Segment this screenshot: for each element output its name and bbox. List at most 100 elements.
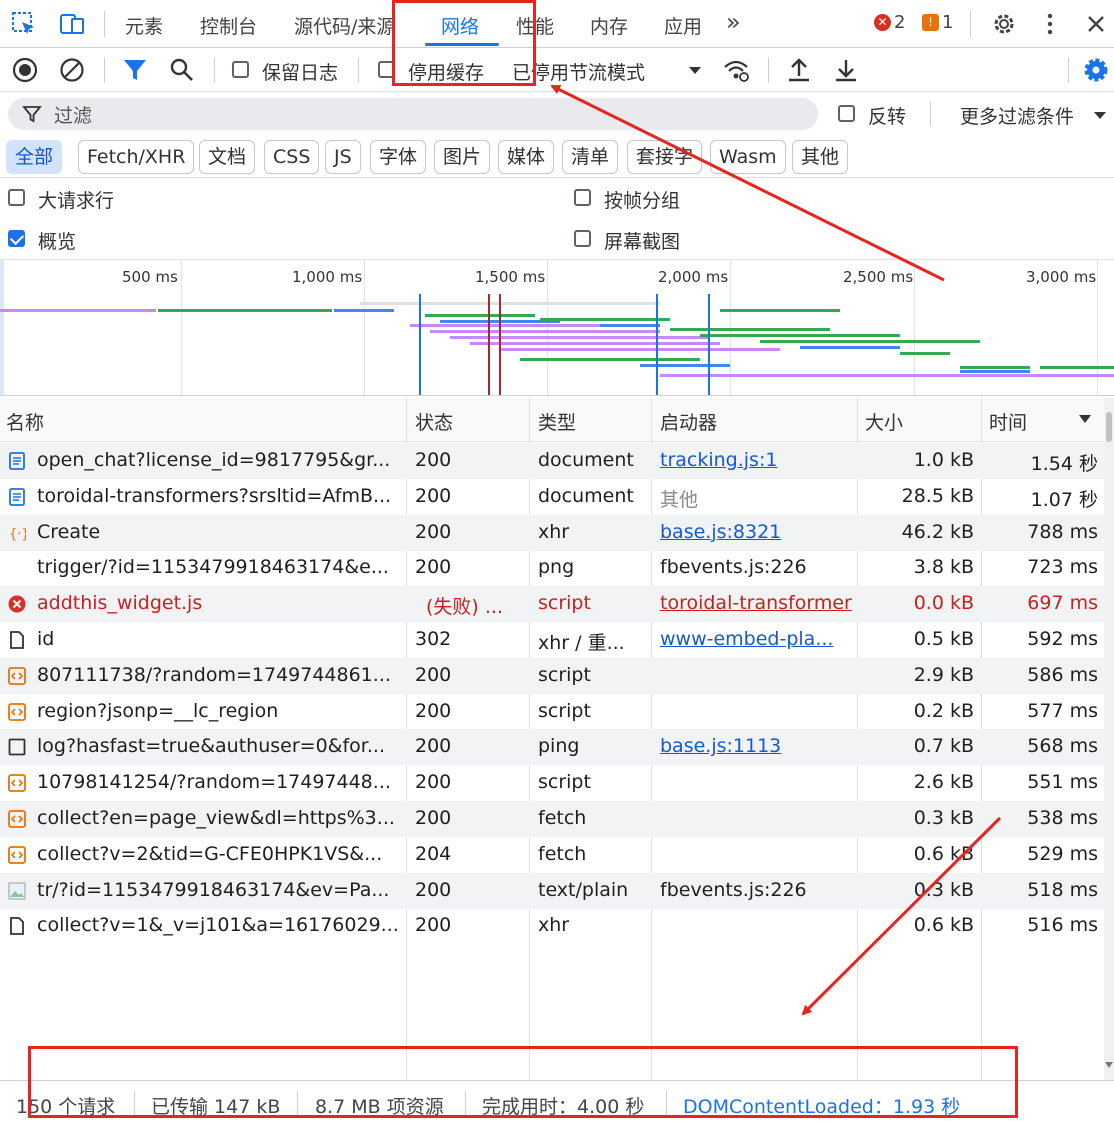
invert-checkbox[interactable] (838, 105, 855, 122)
settings-gear-icon[interactable] (990, 10, 1018, 38)
warning-badge[interactable]: ! 1 (922, 12, 953, 33)
request-size: 2.6 kB (913, 771, 974, 794)
request-name[interactable]: collect?v=1&_v=j101&a=16176029... (37, 914, 399, 936)
table-row[interactable]: collect?v=1&_v=j101&a=16176029... 200 xhr 0… (0, 908, 1104, 944)
table-row[interactable]: toroidal-transformers?srsltid=AfmB... 200… (0, 479, 1104, 515)
table-row[interactable]: collect?en=page_view&dl=https%3... 200 fet… (0, 801, 1104, 837)
inspect-element-icon[interactable] (10, 10, 38, 38)
tab-elements[interactable]: 元素 (125, 12, 163, 39)
more-tabs-icon[interactable]: » (726, 8, 741, 36)
request-initiator[interactable]: base.js:8321 (660, 521, 856, 543)
type-filter-other[interactable]: 其他 (792, 140, 849, 174)
column-header-time[interactable]: 时间 (989, 408, 1027, 435)
table-scrollbar[interactable] (1104, 398, 1114, 1080)
table-row[interactable]: trigger/?id=1153479918463174&e... 200 png f… (0, 550, 1104, 586)
column-header-type[interactable]: 类型 (538, 408, 576, 435)
request-name[interactable]: collect?v=2&tid=G-CFE0HPK1VS&... (37, 843, 399, 865)
request-name[interactable]: log?hasfast=true&authuser=0&for... (37, 735, 399, 757)
preserve-log-checkbox[interactable] (232, 61, 249, 78)
preserve-log-label: 保留日志 (262, 62, 339, 84)
more-options-icon[interactable] (1036, 10, 1064, 38)
type-filter-wasm[interactable]: Wasm (710, 140, 786, 174)
request-initiator[interactable]: tracking.js:1 (660, 449, 856, 471)
network-conditions-icon[interactable] (722, 57, 750, 83)
type-filter-img[interactable]: 图片 (434, 140, 491, 174)
column-header-name[interactable]: 名称 (6, 408, 44, 435)
table-row[interactable]: log?hasfast=true&authuser=0&for... 200 pin… (0, 729, 1104, 766)
error-badge[interactable]: ✕ 2 (874, 12, 905, 33)
request-name[interactable]: 10798141254/?random=17497448... (37, 771, 399, 793)
column-header-initiator[interactable]: 启动器 (660, 408, 717, 435)
device-toolbar-icon[interactable] (58, 10, 86, 38)
network-settings-gear-icon[interactable] (1082, 56, 1110, 84)
overview-timeline[interactable]: 500 ms 1,000 ms 1,500 ms 2,000 ms 2,500 … (0, 260, 1114, 396)
tab-sources[interactable]: 源代码/来源 (294, 12, 395, 39)
request-name[interactable]: tr/?id=1153479918463174&ev=Pa... (37, 879, 399, 901)
table-row[interactable]: region?jsonp=__lc_region 200 script 0.2 kB 5… (0, 694, 1104, 730)
type-filter-js[interactable]: JS (325, 140, 361, 174)
overview-label: 概览 (38, 231, 77, 253)
type-filter-font[interactable]: 字体 (370, 140, 427, 174)
request-size: 0.5 kB (913, 628, 974, 650)
request-name[interactable]: 807111738/?random=1749744861... (37, 664, 399, 686)
more-filters-dropdown[interactable]: 更多过滤条件 (960, 102, 1074, 129)
request-initiator[interactable]: base.js:1113 (660, 735, 856, 757)
table-row[interactable]: 10798141254/?random=17497448... 200 script… (0, 765, 1104, 801)
table-row[interactable]: 807111738/?random=1749744861... 200 script… (0, 657, 1104, 694)
xhr-icon: {·} (9, 527, 26, 542)
table-row[interactable]: open_chat?license_id=9817795&gr... 200 doc… (0, 443, 1104, 479)
table-row[interactable]: id 302 xhr / 重... www-embed-pla... 0.5 kB 592… (0, 622, 1104, 658)
search-icon[interactable] (169, 57, 195, 83)
overview-checkbox[interactable] (8, 230, 25, 247)
close-devtools-icon[interactable] (1082, 10, 1110, 38)
request-size: 46.2 kB (901, 520, 974, 543)
table-row[interactable]: addthis_widget.js (失败) ... script toroidal-… (0, 586, 1104, 623)
request-initiator[interactable]: toroidal-transformer (660, 592, 856, 614)
import-har-icon[interactable] (786, 56, 812, 84)
sort-descending-icon[interactable] (1078, 414, 1092, 424)
group-by-frame-checkbox[interactable] (574, 189, 591, 206)
tab-memory[interactable]: 内存 (590, 12, 628, 39)
record-icon[interactable] (12, 57, 38, 83)
request-name[interactable]: Create (37, 521, 399, 543)
type-filter-doc[interactable]: 文档 (199, 140, 256, 174)
filter-input[interactable]: 过滤 (8, 98, 818, 130)
type-filter-manifest[interactable]: 清单 (562, 140, 619, 174)
type-filter-css[interactable]: CSS (264, 140, 320, 174)
request-initiator: fbevents.js:226 (660, 556, 807, 579)
table-row[interactable]: {·} Create 200 xhr base.js:8321 46.2 kB 788 ms (0, 514, 1104, 551)
table-row[interactable]: collect?v=2&tid=G-CFE0HPK1VS&... 204 fetch… (0, 837, 1104, 873)
request-time: 568 ms (1027, 735, 1098, 758)
request-name[interactable]: id (37, 628, 399, 650)
filter-funnel-icon[interactable] (122, 57, 148, 83)
request-name[interactable]: open_chat?license_id=9817795&gr... (37, 449, 399, 471)
chevron-down-icon[interactable] (687, 64, 703, 76)
type-filter-ws[interactable]: 套接字 (627, 140, 703, 174)
request-status: 200 (415, 449, 452, 471)
warning-count: 1 (942, 12, 954, 33)
request-name[interactable]: region?jsonp=__lc_region (37, 700, 399, 722)
request-name[interactable]: trigger/?id=1153479918463174&e... (37, 556, 399, 578)
request-name[interactable]: collect?en=page_view&dl=https%3... (37, 807, 399, 829)
scrollbar-thumb[interactable] (1106, 412, 1112, 442)
column-header-status[interactable]: 状态 (415, 408, 453, 435)
settings-options: 大请求行 按帧分组 概览 屏幕截图 (0, 178, 1114, 260)
scroll-down-arrow-icon[interactable] (1104, 1060, 1114, 1070)
request-status: 200 (415, 484, 452, 507)
screenshots-checkbox[interactable] (574, 230, 591, 247)
chevron-down-icon[interactable] (1093, 110, 1107, 120)
request-name[interactable]: addthis_widget.js (37, 592, 399, 614)
type-filter-all[interactable]: 全部 (6, 140, 63, 174)
request-name[interactable]: toroidal-transformers?srsltid=AfmB... (37, 485, 399, 507)
request-initiator[interactable]: www-embed-pla... (660, 628, 856, 650)
tab-application[interactable]: 应用 (664, 12, 702, 39)
tab-console[interactable]: 控制台 (200, 12, 257, 39)
type-filter-fetch-xhr[interactable]: Fetch/XHR (78, 140, 195, 174)
table-row[interactable]: tr/?id=1153479918463174&ev=Pa... 200 text/… (0, 872, 1104, 909)
column-header-size[interactable]: 大小 (865, 408, 903, 435)
request-size: 0.2 kB (913, 699, 974, 722)
type-filter-media[interactable]: 媒体 (498, 140, 555, 174)
big-rows-checkbox[interactable] (8, 189, 25, 206)
export-har-icon[interactable] (833, 56, 859, 84)
clear-icon[interactable] (59, 57, 85, 83)
